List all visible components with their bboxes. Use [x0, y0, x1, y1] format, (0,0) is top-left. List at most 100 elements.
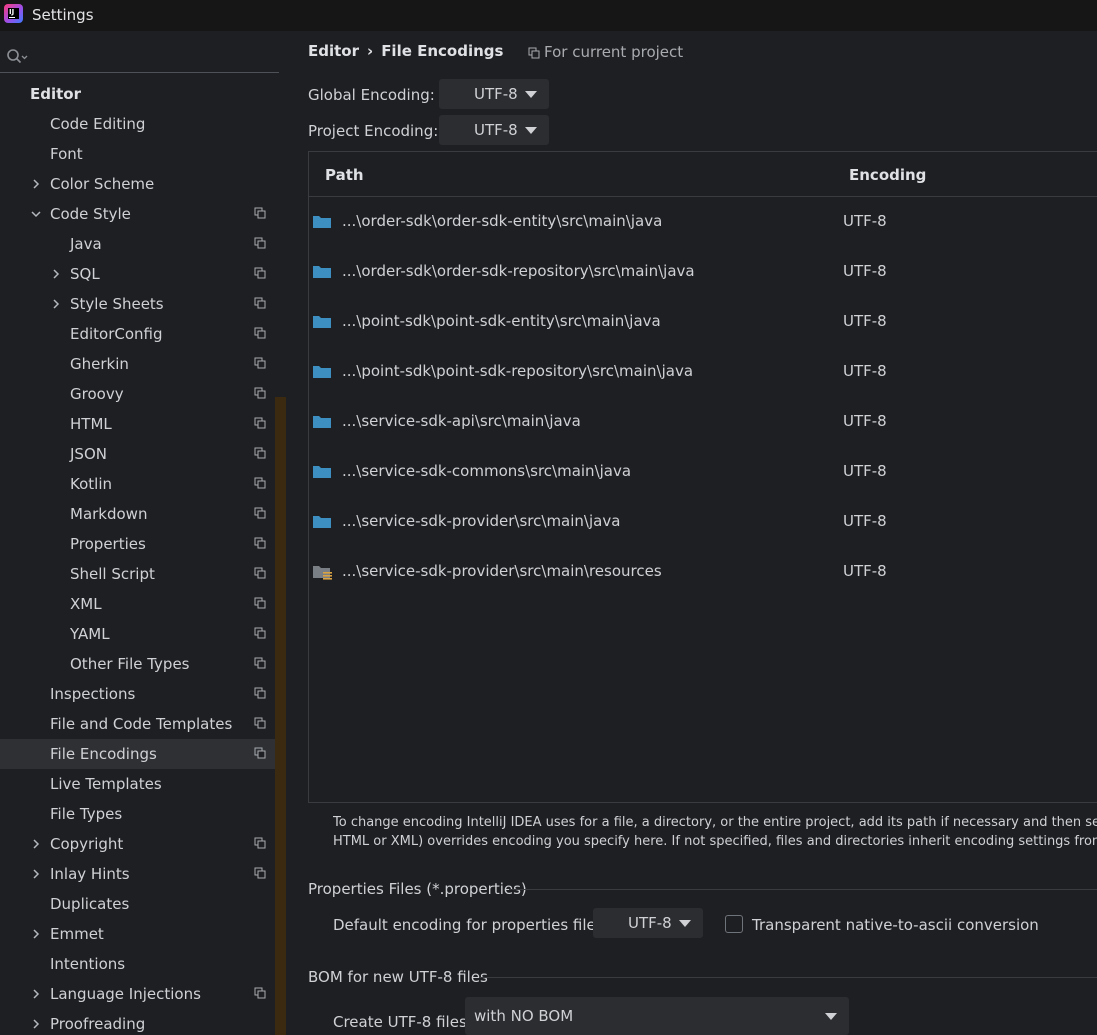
properties-encoding-dropdown[interactable]: UTF-8 [593, 908, 703, 938]
sidebar-item-label: JSON [70, 445, 107, 463]
row-encoding[interactable]: UTF-8 [843, 312, 887, 330]
sidebar-item-sql[interactable]: SQL [0, 259, 286, 289]
path-encoding-table[interactable]: Path Encoding ...\order-sdk\order-sdk-en… [308, 151, 1097, 803]
project-scope-icon [254, 717, 266, 729]
sidebar-item-gherkin[interactable]: Gherkin [0, 349, 286, 379]
chevron-down-icon[interactable] [30, 208, 42, 220]
sidebar-item-language-injections[interactable]: Language Injections [0, 979, 286, 1009]
scope-indicator: For current project [528, 43, 683, 61]
row-encoding[interactable]: UTF-8 [843, 262, 887, 280]
column-header-path[interactable]: Path [325, 166, 364, 184]
sidebar-item-inspections[interactable]: Inspections [0, 679, 286, 709]
sidebar-item-emmet[interactable]: Emmet [0, 919, 286, 949]
sidebar-item-font[interactable]: Font [0, 139, 286, 169]
sidebar-item-editor[interactable]: Editor [0, 79, 286, 109]
sidebar-item-label: Properties [70, 535, 146, 553]
sidebar-item-other-file-types[interactable]: Other File Types [0, 649, 286, 679]
chevron-right-icon[interactable] [50, 268, 62, 280]
project-scope-icon [528, 47, 540, 59]
sidebar-item-java[interactable]: Java [0, 229, 286, 259]
sidebar-item-live-templates[interactable]: Live Templates [0, 769, 286, 799]
sidebar-item-file-types[interactable]: File Types [0, 799, 286, 829]
row-encoding[interactable]: UTF-8 [843, 212, 887, 230]
project-scope-icon [254, 657, 266, 669]
row-encoding[interactable]: UTF-8 [843, 412, 887, 430]
table-row[interactable]: ...\point-sdk\point-sdk-repository\src\m… [309, 347, 1097, 397]
chevron-right-icon[interactable] [30, 178, 42, 190]
sidebar-item-duplicates[interactable]: Duplicates [0, 889, 286, 919]
chevron-right-icon[interactable] [30, 868, 42, 880]
project-scope-icon [254, 477, 266, 489]
properties-section-title: Properties Files (*.properties) [308, 880, 527, 898]
chevron-right-icon[interactable] [30, 928, 42, 940]
settings-sidebar: Editor Code Editing Font Color Scheme Code S… [0, 31, 286, 1035]
bom-dropdown[interactable]: with NO BOM [465, 997, 849, 1035]
search-icon [7, 49, 28, 64]
sidebar-item-file-and-code-templates[interactable]: File and Code Templates [0, 709, 286, 739]
sidebar-item-code-editing[interactable]: Code Editing [0, 109, 286, 139]
project-scope-icon [254, 267, 266, 279]
sidebar-item-copyright[interactable]: Copyright [0, 829, 286, 859]
table-row[interactable]: ...\point-sdk\point-sdk-entity\src\main\… [309, 297, 1097, 347]
sidebar-item-xml[interactable]: XML [0, 589, 286, 619]
sidebar-item-label: Code Style [50, 205, 131, 223]
intellij-logo-icon: IJ [4, 4, 23, 23]
sidebar-item-editorconfig[interactable]: EditorConfig [0, 319, 286, 349]
sidebar-item-shell-script[interactable]: Shell Script [0, 559, 286, 589]
sidebar-item-json[interactable]: JSON [0, 439, 286, 469]
row-encoding[interactable]: UTF-8 [843, 462, 887, 480]
folder-icon [312, 413, 334, 435]
chevron-right-icon[interactable] [30, 1018, 42, 1030]
sidebar-item-yaml[interactable]: YAML [0, 619, 286, 649]
row-encoding[interactable]: UTF-8 [843, 362, 887, 380]
chevron-right-icon[interactable] [30, 838, 42, 850]
sidebar-item-code-style[interactable]: Code Style [0, 199, 286, 229]
global-encoding-dropdown[interactable]: UTF-8 [439, 79, 549, 109]
sidebar-item-inlay-hints[interactable]: Inlay Hints [0, 859, 286, 889]
row-path: ...\point-sdk\point-sdk-repository\src\m… [342, 362, 694, 380]
row-path: ...\service-sdk-commons\src\main\java [342, 462, 632, 480]
project-scope-icon [254, 357, 266, 369]
sidebar-item-intentions[interactable]: Intentions [0, 949, 286, 979]
sidebar-item-html[interactable]: HTML [0, 409, 286, 439]
sidebar-item-file-encodings[interactable]: File Encodings [0, 739, 286, 769]
transparent-conversion-label[interactable]: Transparent native-to-ascii conversion [752, 916, 1039, 934]
sidebar-item-properties[interactable]: Properties [0, 529, 286, 559]
sidebar-item-markdown[interactable]: Markdown [0, 499, 286, 529]
sidebar-scrollbar[interactable] [275, 397, 286, 1035]
sidebar-item-label: HTML [70, 415, 112, 433]
chevron-right-icon[interactable] [50, 298, 62, 310]
project-encoding-dropdown[interactable]: UTF-8 [439, 115, 549, 145]
table-row[interactable]: ...\service-sdk-commons\src\main\java UTF… [309, 447, 1097, 497]
table-row[interactable]: ...\service-sdk-api\src\main\java UTF-8 [309, 397, 1097, 447]
row-path: ...\order-sdk\order-sdk-repository\src\m… [342, 262, 695, 280]
row-encoding[interactable]: UTF-8 [843, 512, 887, 530]
sidebar-item-label: Live Templates [50, 775, 162, 793]
project-scope-icon [254, 597, 266, 609]
title-bar: IJ Settings [0, 0, 1097, 31]
row-path: ...\service-sdk-provider\src\main\resour… [342, 562, 662, 580]
table-row[interactable]: ...\order-sdk\order-sdk-entity\src\main\… [309, 197, 1097, 247]
sidebar-item-label: File Encodings [50, 745, 157, 763]
table-row[interactable]: ...\service-sdk-provider\src\main\resour… [309, 547, 1097, 597]
sidebar-item-label: Markdown [70, 505, 148, 523]
sidebar-item-kotlin[interactable]: Kotlin [0, 469, 286, 499]
table-row[interactable]: ...\order-sdk\order-sdk-repository\src\m… [309, 247, 1097, 297]
folder-icon [312, 513, 334, 535]
breadcrumb: Editor › File Encodings [308, 42, 503, 62]
sidebar-item-groovy[interactable]: Groovy [0, 379, 286, 409]
help-text-line-1: To change encoding IntelliJ IDEA uses fo… [333, 815, 1097, 830]
sidebar-item-color-scheme[interactable]: Color Scheme [0, 169, 286, 199]
row-encoding[interactable]: UTF-8 [843, 562, 887, 580]
project-scope-icon [254, 237, 266, 249]
search-input[interactable] [0, 41, 279, 73]
project-scope-icon [254, 747, 266, 759]
chevron-right-icon[interactable] [30, 988, 42, 1000]
breadcrumb-editor[interactable]: Editor [308, 42, 359, 60]
transparent-conversion-checkbox[interactable] [725, 915, 743, 933]
table-row[interactable]: ...\service-sdk-provider\src\main\java UT… [309, 497, 1097, 547]
column-header-encoding[interactable]: Encoding [849, 166, 926, 184]
project-scope-icon [254, 417, 266, 429]
sidebar-item-style-sheets[interactable]: Style Sheets [0, 289, 286, 319]
sidebar-item-proofreading[interactable]: Proofreading [0, 1009, 286, 1035]
